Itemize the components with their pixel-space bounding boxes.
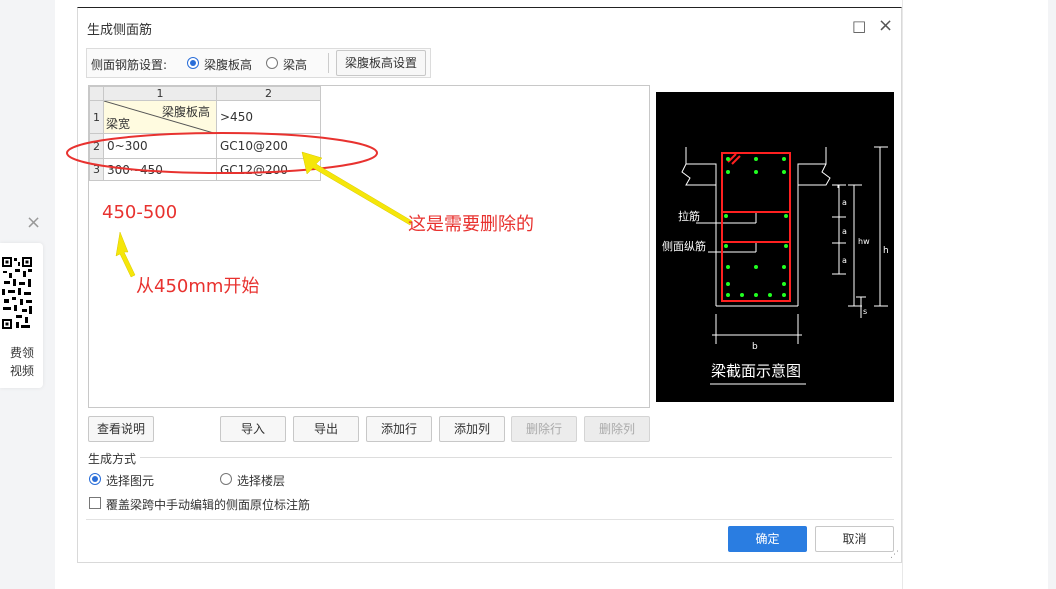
row-header[interactable]: 3 (89, 158, 104, 181)
annotation-delete-note: 这是需要删除的 (408, 214, 534, 235)
col-header[interactable]: 2 (216, 86, 321, 101)
radio-beam-height[interactable] (266, 57, 278, 69)
radio-beam-height-label[interactable]: 梁高 (283, 56, 307, 73)
label-a1: a (842, 198, 847, 207)
section-divider (140, 457, 892, 458)
divider (328, 53, 329, 73)
table-cell[interactable]: GC12@200 (216, 158, 321, 181)
setting-label: 侧面钢筋设置: (91, 58, 168, 72)
table-cell[interactable]: GC10@200 (216, 133, 321, 159)
import-button[interactable]: 导入 (220, 416, 286, 442)
close-icon[interactable]: × (878, 15, 893, 36)
beam-section-drawing: 拉筋 侧面纵筋 a a a hw h s b 梁截面示意图 (662, 146, 889, 385)
radio-select-element-label[interactable]: 选择图元 (106, 472, 154, 489)
radio-web-height[interactable] (187, 57, 199, 69)
page-right-edge (1048, 0, 1056, 589)
side-rebar-setting-bar: 侧面钢筋设置: 梁腹板高 梁高 梁腹板高设置 (86, 48, 431, 78)
rebar-table[interactable]: 1 2 1 梁腹板高 梁宽 >450 2 0~300 GC10@200 3 30… (89, 86, 321, 181)
table-row[interactable]: 2 0~300 GC10@200 (89, 133, 321, 159)
dialog-title: 生成侧面筋 (87, 23, 153, 38)
label-s: s (863, 307, 867, 316)
annotation-start-note: 从450mm开始 (136, 276, 260, 297)
view-help-button[interactable]: 查看说明 (88, 416, 154, 442)
label-side-long: 侧面纵筋 (662, 239, 706, 253)
beam-section-diagram: 拉筋 侧面纵筋 a a a hw h s b 梁截面示意图 (656, 92, 894, 402)
label-tie: 拉筋 (678, 209, 700, 223)
add-row-button[interactable]: 添加行 (366, 416, 432, 442)
row-header[interactable]: 2 (89, 133, 104, 159)
export-button[interactable]: 导出 (293, 416, 359, 442)
widget-text-line1: 费领 (9, 346, 34, 360)
label-h: h (883, 246, 889, 256)
diagonal-header-cell[interactable]: 梁腹板高 梁宽 (103, 100, 217, 134)
delete-row-button[interactable]: 删除行 (511, 416, 577, 442)
footer-divider (86, 519, 894, 520)
page-right-margin (902, 0, 1056, 589)
radio-web-height-label[interactable]: 梁腹板高 (204, 56, 252, 73)
override-checkbox[interactable] (89, 497, 101, 509)
radio-select-element[interactable] (89, 473, 101, 485)
radio-select-floor[interactable] (220, 473, 232, 485)
widget-close-icon[interactable]: × (26, 214, 41, 232)
table-corner (89, 86, 104, 101)
resize-grip-icon[interactable]: ⋰ (890, 550, 899, 560)
corner-bottom-label: 梁宽 (106, 117, 131, 131)
label-hw: hw (858, 237, 870, 246)
delete-column-button[interactable]: 删除列 (584, 416, 650, 442)
table-cell[interactable]: >450 (216, 100, 321, 134)
rebar-table-area[interactable]: 1 2 1 梁腹板高 梁宽 >450 2 0~300 GC10@200 3 30… (88, 85, 650, 408)
web-height-settings-button[interactable]: 梁腹板高设置 (336, 50, 426, 76)
table-cell[interactable]: 0~300 (103, 133, 217, 159)
col-header[interactable]: 1 (103, 86, 217, 101)
maximize-icon[interactable]: □ (852, 17, 866, 35)
diagram-caption: 梁截面示意图 (711, 362, 801, 380)
label-b: b (752, 342, 758, 352)
annotation-range: 450-500 (102, 202, 178, 223)
radio-select-floor-label[interactable]: 选择楼层 (237, 472, 285, 489)
ok-button[interactable]: 确定 (728, 526, 807, 552)
override-checkbox-label[interactable]: 覆盖梁跨中手动编辑的侧面原位标注筋 (106, 496, 310, 513)
label-a2: a (842, 227, 847, 236)
qr-widget[interactable]: 费领 视频 (0, 243, 43, 388)
qr-code-icon (0, 255, 34, 331)
label-a3: a (842, 256, 847, 265)
add-column-button[interactable]: 添加列 (439, 416, 505, 442)
row-header[interactable]: 1 (89, 100, 104, 134)
cancel-button[interactable]: 取消 (815, 526, 894, 552)
widget-text-line2: 视频 (9, 364, 34, 378)
table-cell[interactable]: 300~450 (103, 158, 217, 181)
generate-mode-label: 生成方式 (88, 452, 137, 466)
corner-top-label: 梁腹板高 (161, 105, 210, 119)
table-row[interactable]: 3 300~450 GC12@200 (89, 158, 321, 181)
